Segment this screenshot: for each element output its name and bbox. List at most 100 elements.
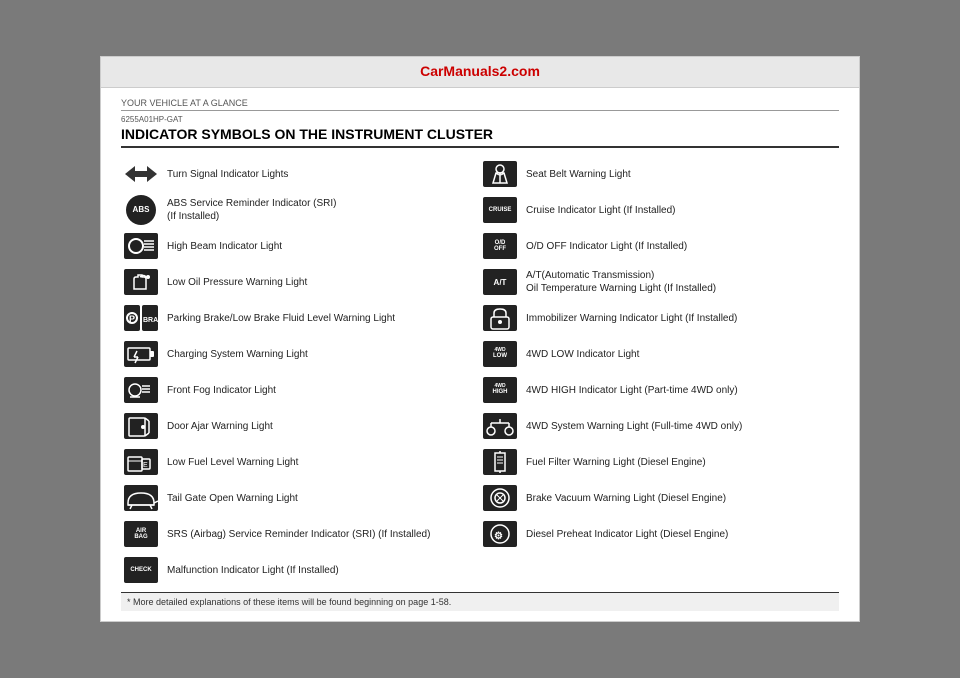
od-off-text: O/D OFF Indicator Light (If Installed) bbox=[526, 240, 687, 253]
indicator-charging: Charging System Warning Light bbox=[121, 336, 480, 372]
od-off-icon-box: O/D OFF bbox=[482, 232, 518, 260]
section-label: YOUR VEHICLE AT A GLANCE bbox=[121, 98, 839, 111]
brake-vacuum-icon bbox=[483, 485, 517, 511]
page-container: CarManuals2.com YOUR VEHICLE AT A GLANCE… bbox=[100, 56, 860, 622]
indicator-malfunction: CHECK Malfunction Indicator Light (If In… bbox=[121, 552, 480, 588]
diesel-preheat-icon-box: ⚙ bbox=[482, 520, 518, 548]
door-ajar-icon bbox=[124, 413, 158, 439]
indicator-at-temp: A/T A/T(Automatic Transmission) Oil Temp… bbox=[480, 264, 839, 300]
indicator-4wd-system: 4WD System Warning Light (Full-time 4WD … bbox=[480, 408, 839, 444]
4wd-low-icon-box: 4WD LOW bbox=[482, 340, 518, 368]
turn-signal-icon-box bbox=[123, 160, 159, 188]
high-beam-icon bbox=[124, 233, 158, 259]
front-fog-icon bbox=[124, 377, 158, 403]
seat-belt-text: Seat Belt Warning Light bbox=[526, 168, 631, 181]
low-oil-icon-box bbox=[123, 268, 159, 296]
4wd-system-text: 4WD System Warning Light (Full-time 4WD … bbox=[526, 420, 742, 433]
top-banner: CarManuals2.com bbox=[101, 57, 859, 88]
high-beam-icon-box bbox=[123, 232, 159, 260]
low-oil-text: Low Oil Pressure Warning Light bbox=[167, 276, 307, 289]
indicator-front-fog: Front Fog Indicator Light bbox=[121, 372, 480, 408]
cruise-icon-box: CRUISE bbox=[482, 196, 518, 224]
low-fuel-icon-box: E bbox=[123, 448, 159, 476]
at-temp-icon: A/T bbox=[483, 269, 517, 295]
tail-gate-text: Tail Gate Open Warning Light bbox=[167, 492, 298, 505]
banner-text: CarManuals2.com bbox=[420, 63, 540, 79]
indicator-fuel-filter: Fuel Filter Warning Light (Diesel Engine… bbox=[480, 444, 839, 480]
cruise-text: Cruise Indicator Light (If Installed) bbox=[526, 204, 676, 217]
indicator-abs: ABS ABS Service Reminder Indicator (SRI)… bbox=[121, 192, 480, 228]
indicator-low-fuel: E Low Fuel Level Warning Light bbox=[121, 444, 480, 480]
svg-text:E: E bbox=[143, 462, 148, 469]
4wd-system-icon-box bbox=[482, 412, 518, 440]
low-oil-icon bbox=[124, 269, 158, 295]
at-temp-icon-box: A/T bbox=[482, 268, 518, 296]
indicator-srs: AIR BAG SRS (Airbag) Service Reminder In… bbox=[121, 516, 480, 552]
content-area: YOUR VEHICLE AT A GLANCE 6255A01HP-GAT I… bbox=[101, 88, 859, 621]
malfunction-icon-box: CHECK bbox=[123, 556, 159, 584]
low-fuel-icon: E bbox=[124, 449, 158, 475]
main-title: INDICATOR SYMBOLS ON THE INSTRUMENT CLUS… bbox=[121, 126, 839, 148]
indicator-door-ajar: Door Ajar Warning Light bbox=[121, 408, 480, 444]
turn-signal-icon bbox=[123, 161, 159, 187]
svg-text:P: P bbox=[129, 314, 135, 324]
door-ajar-text: Door Ajar Warning Light bbox=[167, 420, 273, 433]
diesel-preheat-icon: ⚙ bbox=[483, 521, 517, 547]
brake-vacuum-text: Brake Vacuum Warning Light (Diesel Engin… bbox=[526, 492, 726, 505]
fuel-filter-icon-box bbox=[482, 448, 518, 476]
low-fuel-text: Low Fuel Level Warning Light bbox=[167, 456, 298, 469]
indicator-immobilizer: Immobilizer Warning Indicator Light (If … bbox=[480, 300, 839, 336]
abs-text: ABS Service Reminder Indicator (SRI) (If… bbox=[167, 197, 337, 223]
cruise-icon: CRUISE bbox=[483, 197, 517, 223]
indicator-od-off: O/D OFF O/D OFF Indicator Light (If Inst… bbox=[480, 228, 839, 264]
front-fog-text: Front Fog Indicator Light bbox=[167, 384, 276, 397]
indicators-grid: Turn Signal Indicator Lights ABS ABS Ser… bbox=[121, 156, 839, 588]
abs-icon-box: ABS bbox=[123, 196, 159, 224]
charging-icon bbox=[124, 341, 158, 367]
srs-icon-box: AIR BAG bbox=[123, 520, 159, 548]
srs-icon: AIR BAG bbox=[124, 521, 158, 547]
left-column: Turn Signal Indicator Lights ABS ABS Ser… bbox=[121, 156, 480, 588]
svg-text:⚙: ⚙ bbox=[494, 531, 503, 542]
footer-note: * More detailed explanations of these it… bbox=[121, 592, 839, 611]
indicator-cruise: CRUISE Cruise Indicator Light (If Instal… bbox=[480, 192, 839, 228]
turn-signal-text: Turn Signal Indicator Lights bbox=[167, 168, 288, 181]
charging-text: Charging System Warning Light bbox=[167, 348, 308, 361]
seat-belt-icon-box bbox=[482, 160, 518, 188]
doc-code: 6255A01HP-GAT bbox=[121, 115, 839, 124]
brake-vacuum-icon-box bbox=[482, 484, 518, 512]
4wd-system-icon bbox=[483, 413, 517, 439]
malfunction-icon: CHECK bbox=[124, 557, 158, 583]
tail-gate-icon-box bbox=[123, 484, 159, 512]
high-beam-text: High Beam Indicator Light bbox=[167, 240, 282, 253]
indicator-diesel-preheat: ⚙ Diesel Preheat Indicator Light (Diesel… bbox=[480, 516, 839, 552]
malfunction-text: Malfunction Indicator Light (If Installe… bbox=[167, 564, 339, 577]
indicator-high-beam: High Beam Indicator Light bbox=[121, 228, 480, 264]
fuel-filter-text: Fuel Filter Warning Light (Diesel Engine… bbox=[526, 456, 706, 469]
indicator-parking-brake: P BRAKE Parking Brake/Low Brake Fluid Le… bbox=[121, 300, 480, 336]
indicator-brake-vacuum: Brake Vacuum Warning Light (Diesel Engin… bbox=[480, 480, 839, 516]
od-off-icon: O/D OFF bbox=[483, 233, 517, 259]
tail-gate-icon bbox=[124, 485, 158, 511]
parking-brake-icon-box: P BRAKE bbox=[123, 304, 159, 332]
immobilizer-icon bbox=[483, 305, 517, 331]
door-ajar-icon-box bbox=[123, 412, 159, 440]
diesel-preheat-text: Diesel Preheat Indicator Light (Diesel E… bbox=[526, 528, 728, 541]
parking-brake-icon: P BRAKE bbox=[124, 305, 158, 331]
4wd-high-icon-box: 4WD HIGH bbox=[482, 376, 518, 404]
right-column: Seat Belt Warning Light CRUISE Cruise In… bbox=[480, 156, 839, 588]
indicator-low-oil: Low Oil Pressure Warning Light bbox=[121, 264, 480, 300]
at-temp-text: A/T(Automatic Transmission) Oil Temperat… bbox=[526, 269, 716, 295]
fuel-filter-icon bbox=[483, 449, 517, 475]
indicator-tail-gate: Tail Gate Open Warning Light bbox=[121, 480, 480, 516]
indicator-seat-belt: Seat Belt Warning Light bbox=[480, 156, 839, 192]
front-fog-icon-box bbox=[123, 376, 159, 404]
seat-belt-icon bbox=[483, 161, 517, 187]
abs-icon: ABS bbox=[126, 195, 156, 225]
indicator-4wd-low: 4WD LOW 4WD LOW Indicator Light bbox=[480, 336, 839, 372]
indicator-turn-signal: Turn Signal Indicator Lights bbox=[121, 156, 480, 192]
svg-text:BRAKE: BRAKE bbox=[143, 317, 158, 324]
srs-text: SRS (Airbag) Service Reminder Indicator … bbox=[167, 528, 430, 541]
4wd-low-icon: 4WD LOW bbox=[483, 341, 517, 367]
immobilizer-text: Immobilizer Warning Indicator Light (If … bbox=[526, 312, 737, 325]
